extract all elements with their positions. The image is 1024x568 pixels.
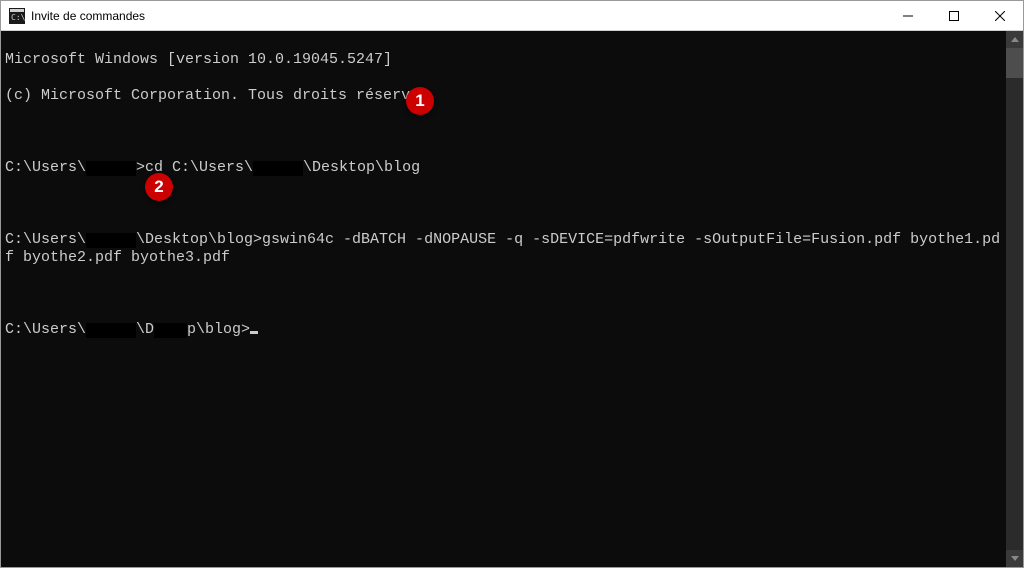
console-content[interactable]: Microsoft Windows [version 10.0.19045.52… bbox=[1, 31, 1006, 567]
console-line: C:\Users\ \D p\blog> bbox=[5, 321, 1006, 339]
scroll-thumb[interactable] bbox=[1006, 48, 1023, 78]
scroll-down-button[interactable] bbox=[1006, 550, 1023, 567]
text-fragment: \D bbox=[136, 321, 154, 338]
text-fragment: \Desktop\blog bbox=[303, 159, 420, 176]
console-line: C:\Users\\Desktop\blog>gswin64c -dBATCH … bbox=[5, 231, 1006, 267]
cursor bbox=[250, 331, 258, 334]
window-title: Invite de commandes bbox=[31, 9, 145, 23]
scroll-track[interactable] bbox=[1006, 48, 1023, 550]
minimize-button[interactable] bbox=[885, 1, 931, 31]
annotation-label: 2 bbox=[154, 177, 163, 197]
annotation-2: 2 bbox=[145, 173, 173, 201]
text-fragment: \Desktop\blog>gswin64c -dBATCH -dNOPAUSE… bbox=[5, 231, 1000, 266]
cmd-icon: C:\ bbox=[9, 8, 25, 24]
titlebar[interactable]: C:\ Invite de commandes bbox=[1, 1, 1023, 31]
redacted-fragment bbox=[154, 323, 187, 338]
redacted-username bbox=[86, 161, 136, 176]
redacted-username bbox=[253, 161, 303, 176]
command-prompt-window: C:\ Invite de commandes Microsoft Window… bbox=[0, 0, 1024, 568]
console-blank bbox=[5, 285, 1006, 303]
text-fragment: C:\Users\ bbox=[5, 231, 86, 248]
annotation-label: 1 bbox=[415, 91, 424, 111]
text-fragment: C:\Users\ bbox=[5, 159, 86, 176]
console-line: (c) Microsoft Corporation. Tous droits r… bbox=[5, 87, 1006, 105]
redacted-username bbox=[86, 323, 136, 338]
scroll-up-button[interactable] bbox=[1006, 31, 1023, 48]
close-button[interactable] bbox=[977, 1, 1023, 31]
console-area[interactable]: Microsoft Windows [version 10.0.19045.52… bbox=[1, 31, 1023, 567]
text-fragment: p\blog> bbox=[187, 321, 250, 338]
redacted-username bbox=[86, 233, 136, 248]
console-line: Microsoft Windows [version 10.0.19045.52… bbox=[5, 51, 1006, 69]
text-fragment: C:\Users\ bbox=[5, 321, 86, 338]
vertical-scrollbar[interactable] bbox=[1006, 31, 1023, 567]
annotation-1: 1 bbox=[406, 87, 434, 115]
console-blank bbox=[5, 123, 1006, 141]
maximize-button[interactable] bbox=[931, 1, 977, 31]
svg-text:C:\: C:\ bbox=[11, 13, 25, 22]
